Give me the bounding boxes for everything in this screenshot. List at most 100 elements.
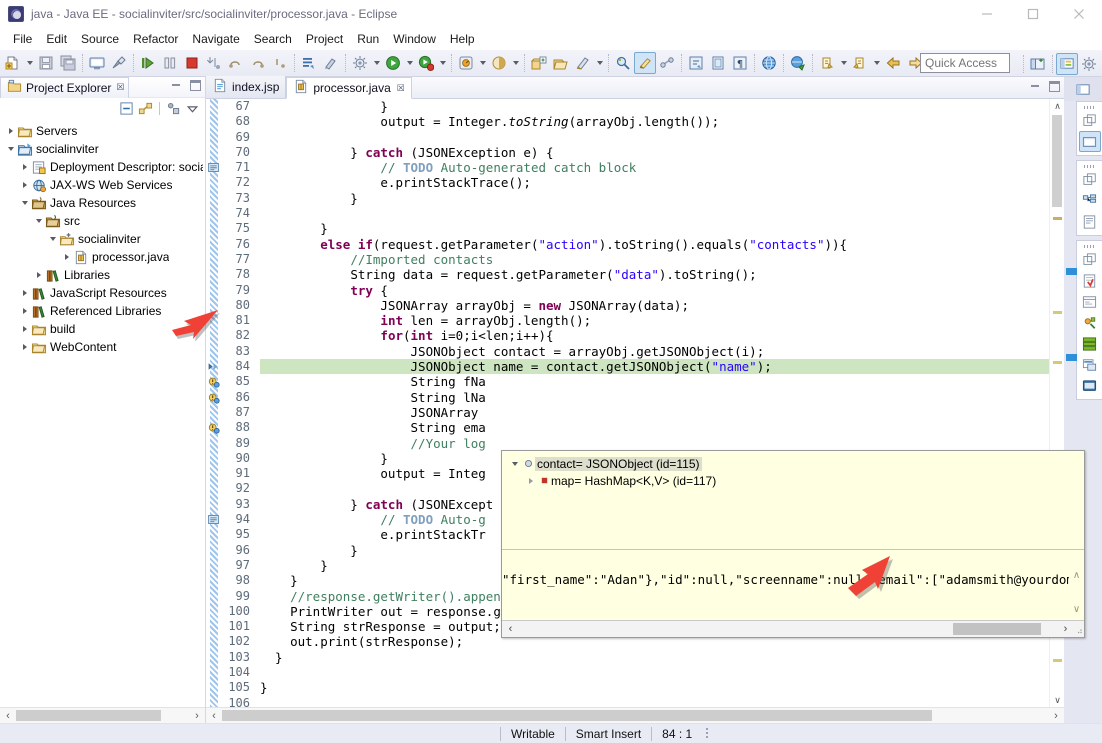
- menu-refactor[interactable]: Refactor: [126, 30, 185, 48]
- deploy-icon[interactable]: [787, 52, 809, 74]
- debug-suspend-icon[interactable]: [159, 52, 181, 74]
- drop-to-frame-icon[interactable]: [269, 52, 291, 74]
- pin-icon[interactable]: [108, 52, 130, 74]
- code-line[interactable]: String data = request.getParameter("data…: [260, 267, 1049, 282]
- project-explorer-minimize-icon[interactable]: [171, 80, 182, 91]
- fast-view-servers2-icon[interactable]: [1079, 333, 1101, 354]
- view-menu-icon[interactable]: [184, 100, 201, 117]
- popup-detail-pane[interactable]: "first_name":"Adan"},"id":null,"screenna…: [502, 549, 1084, 620]
- code-line[interactable]: }: [260, 99, 1049, 114]
- popup-scroll-left-icon[interactable]: ‹: [502, 623, 519, 635]
- popup-hscroll-track[interactable]: [519, 623, 1057, 635]
- fast-view-servers-icon[interactable]: [1078, 131, 1101, 152]
- open-type-icon[interactable]: [550, 52, 572, 74]
- code-line[interactable]: [260, 665, 1049, 680]
- fast-view-debug-icon[interactable]: [1079, 312, 1101, 333]
- editor-tab-processor-java[interactable]: processor.java ☒: [286, 77, 412, 99]
- menu-window[interactable]: Window: [386, 30, 443, 48]
- code-line[interactable]: }: [260, 221, 1049, 236]
- tree-item-build[interactable]: build: [0, 320, 205, 338]
- code-line[interactable]: } catch (JSONException e) {: [260, 145, 1049, 160]
- popup-detail-scroll-up-icon[interactable]: ∧: [1069, 568, 1084, 582]
- debug-variable-hover-popup[interactable]: contact= JSONObject (id=115) map= HashMap…: [501, 450, 1085, 638]
- code-line[interactable]: }: [260, 650, 1049, 665]
- explorer-scroll-right-icon[interactable]: ›: [189, 708, 205, 724]
- step-into-icon[interactable]: [203, 52, 225, 74]
- code-line[interactable]: JSONObject name = contact.getJSONObject(…: [260, 359, 1049, 375]
- chevron-right-icon[interactable]: [18, 308, 31, 314]
- code-line[interactable]: [260, 206, 1049, 221]
- popup-variable-tree[interactable]: contact= JSONObject (id=115) map= HashMap…: [502, 451, 1084, 549]
- explorer-scroll-track[interactable]: [16, 710, 189, 721]
- profile-dropdown-icon[interactable]: [477, 52, 488, 74]
- popup-resize-grip[interactable]: [1074, 621, 1084, 638]
- view-menu-filters-icon[interactable]: [165, 100, 182, 117]
- next-edit-icon[interactable]: [816, 52, 838, 74]
- explorer-scroll-left-icon[interactable]: ‹: [0, 708, 16, 724]
- chevron-down-icon[interactable]: [32, 219, 45, 223]
- chevron-right-icon[interactable]: [18, 164, 31, 170]
- menu-help[interactable]: Help: [443, 30, 482, 48]
- collapse-all-icon[interactable]: [118, 100, 135, 117]
- link-with-editor-toggle-icon[interactable]: [137, 100, 154, 117]
- tree-item-src[interactable]: src: [0, 212, 205, 230]
- last-edit-location-icon[interactable]: [707, 52, 729, 74]
- chevron-right-icon[interactable]: [60, 254, 73, 260]
- popup-hscroll-thumb[interactable]: [953, 623, 1041, 635]
- coverage-icon[interactable]: [488, 52, 510, 74]
- debug-resume-icon[interactable]: [137, 52, 159, 74]
- next-annotation-icon[interactable]: [685, 52, 707, 74]
- link-with-editor-icon[interactable]: [656, 52, 678, 74]
- code-line[interactable]: // TODO Auto-generated catch block: [260, 160, 1049, 175]
- code-line[interactable]: else if(request.getParameter("action").t…: [260, 237, 1049, 252]
- menu-project[interactable]: Project: [299, 30, 350, 48]
- fast-view-outline-icon[interactable]: [1079, 190, 1101, 211]
- tree-item-socialinviter[interactable]: socialinviter: [0, 230, 205, 248]
- tree-item-javascript-resources[interactable]: JavaScript Resources: [0, 284, 205, 302]
- external-tools-icon[interactable]: [349, 52, 371, 74]
- editor-tab-index-jsp[interactable]: index.jsp: [206, 76, 287, 98]
- editor-hscroll-thumb[interactable]: [222, 710, 932, 721]
- tree-item-socialinviter[interactable]: socialinviter: [0, 140, 205, 158]
- editor-scroll-right-icon[interactable]: ›: [1048, 708, 1064, 724]
- fast-view-snippets-icon[interactable]: [1079, 354, 1101, 375]
- chevron-right-icon[interactable]: [4, 128, 17, 134]
- new-class-icon[interactable]: [572, 52, 594, 74]
- clean-icon[interactable]: [320, 52, 342, 74]
- tree-item-jax-ws-web-services[interactable]: JAX-WS Web Services: [0, 176, 205, 194]
- chevron-right-icon[interactable]: [18, 344, 31, 350]
- open-console-icon[interactable]: [86, 52, 108, 74]
- chevron-right-icon[interactable]: [18, 326, 31, 332]
- warning-marker-icon[interactable]: [207, 391, 221, 405]
- external-tools-dropdown-icon[interactable]: [371, 52, 382, 74]
- chevron-right-icon[interactable]: [32, 272, 45, 278]
- overview-marker-task[interactable]: [1053, 217, 1062, 220]
- show-whitespace-icon[interactable]: ¶: [729, 52, 751, 74]
- restore-view-icon[interactable]: [1079, 110, 1101, 131]
- next-edit-dropdown-icon[interactable]: [838, 52, 849, 74]
- open-perspective-icon[interactable]: [1027, 53, 1049, 75]
- popup-variable-row[interactable]: contact= JSONObject (id=115): [506, 455, 1084, 472]
- menu-source[interactable]: Source: [74, 30, 126, 48]
- annotation-ruler[interactable]: [206, 99, 222, 707]
- run-dropdown-icon[interactable]: [404, 52, 415, 74]
- code-line[interactable]: try {: [260, 283, 1049, 298]
- popup-variable-row[interactable]: map= HashMap<K,V> (id=117): [506, 472, 1084, 489]
- prev-edit-dropdown-icon[interactable]: [871, 52, 882, 74]
- debug-terminate-icon[interactable]: [181, 52, 203, 74]
- debug-current-line-icon[interactable]: [207, 360, 221, 374]
- chevron-down-icon[interactable]: [508, 462, 522, 466]
- code-line[interactable]: String fNa: [260, 374, 1049, 389]
- search-icon[interactable]: [612, 52, 634, 74]
- project-explorer-maximize-icon[interactable]: [190, 80, 201, 91]
- task-marker-icon[interactable]: [207, 513, 221, 527]
- perspective-indicator[interactable]: [1064, 77, 1102, 101]
- explorer-scroll-thumb[interactable]: [16, 710, 161, 721]
- menu-file[interactable]: File: [6, 30, 39, 48]
- open-browser-icon[interactable]: [758, 52, 780, 74]
- fast-view-markers-icon[interactable]: [1079, 270, 1101, 291]
- menu-edit[interactable]: Edit: [39, 30, 74, 48]
- run-icon[interactable]: [382, 52, 404, 74]
- code-line[interactable]: String ema: [260, 420, 1049, 435]
- code-line[interactable]: for(int i=0;i<len;i++){: [260, 328, 1049, 343]
